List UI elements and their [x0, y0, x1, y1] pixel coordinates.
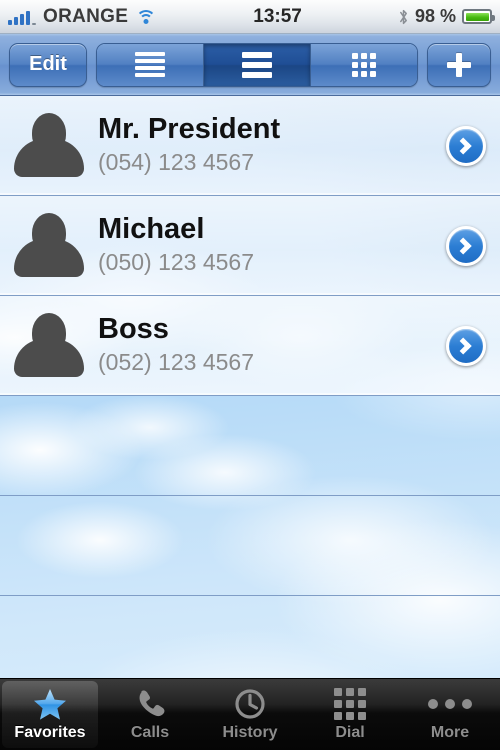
status-bar-clock: 13:57 [253, 5, 302, 27]
battery-percent-label: 98 % [414, 6, 456, 26]
segment-grid-view[interactable] [311, 43, 417, 86]
phone-screen: ORANGE 13:57 98 % Edit Mr. President (05… [0, 0, 500, 750]
edit-button[interactable]: Edit [9, 42, 87, 87]
ellipsis-icon [428, 699, 472, 709]
person-silhouette-icon [10, 307, 88, 385]
list-lines-icon [135, 52, 165, 77]
clock-icon [235, 689, 265, 719]
contact-phone: (050) 123 4567 [98, 249, 255, 276]
chevron-right-icon [454, 337, 472, 354]
tab-label: Dial [335, 724, 365, 741]
tab-label: Favorites [14, 724, 86, 741]
tab-label: History [222, 724, 278, 741]
tab-dial[interactable]: Dial [302, 681, 398, 748]
contact-row[interactable]: Michael (050) 123 4567 [0, 196, 500, 296]
view-mode-segmented-control[interactable] [96, 42, 418, 87]
bluetooth-icon [400, 9, 407, 24]
contact-name: Boss [98, 314, 169, 346]
phone-handset-icon [139, 690, 165, 717]
contact-name: Michael [98, 214, 205, 246]
tab-history[interactable]: History [202, 681, 298, 748]
add-contact-button[interactable] [427, 42, 491, 87]
top-toolbar: Edit [0, 34, 500, 96]
signal-bars-icon [8, 9, 36, 25]
tab-favorites[interactable]: Favorites [2, 681, 98, 748]
empty-list-row [0, 396, 500, 496]
segment-list-thick-view[interactable] [204, 43, 311, 86]
carrier-label: ORANGE [43, 5, 129, 27]
wifi-icon [135, 9, 157, 25]
segment-list-thin-view[interactable] [97, 43, 204, 86]
tab-calls[interactable]: Calls [102, 681, 198, 748]
disclosure-chevron-button[interactable] [446, 125, 486, 166]
keypad-icon [334, 688, 366, 720]
person-silhouette-icon [10, 107, 88, 185]
empty-list-row [0, 496, 500, 596]
grid-dots-icon [351, 52, 377, 77]
chevron-right-icon [454, 137, 472, 154]
disclosure-chevron-button[interactable] [446, 225, 486, 266]
tab-label: Calls [130, 724, 170, 741]
contact-row[interactable]: Mr. President (054) 123 4567 [0, 96, 500, 196]
contact-phone: (052) 123 4567 [98, 349, 255, 376]
contact-name: Mr. President [98, 114, 281, 146]
person-silhouette-icon [10, 207, 88, 285]
plus-icon [447, 52, 471, 77]
bottom-tab-bar: Favorites Calls History Dial More [0, 678, 500, 750]
disclosure-chevron-button[interactable] [446, 325, 486, 366]
chevron-right-icon [454, 237, 472, 254]
tab-label: More [430, 724, 470, 741]
favorites-list: Mr. President (054) 123 4567 Michael (05… [0, 96, 500, 696]
star-icon [34, 688, 66, 720]
status-bar: ORANGE 13:57 98 % [0, 0, 500, 34]
list-thick-lines-icon [242, 51, 272, 78]
contact-row[interactable]: Boss (052) 123 4567 [0, 296, 500, 396]
contact-phone: (054) 123 4567 [98, 149, 255, 176]
battery-icon [462, 9, 495, 24]
tab-more[interactable]: More [402, 681, 498, 748]
